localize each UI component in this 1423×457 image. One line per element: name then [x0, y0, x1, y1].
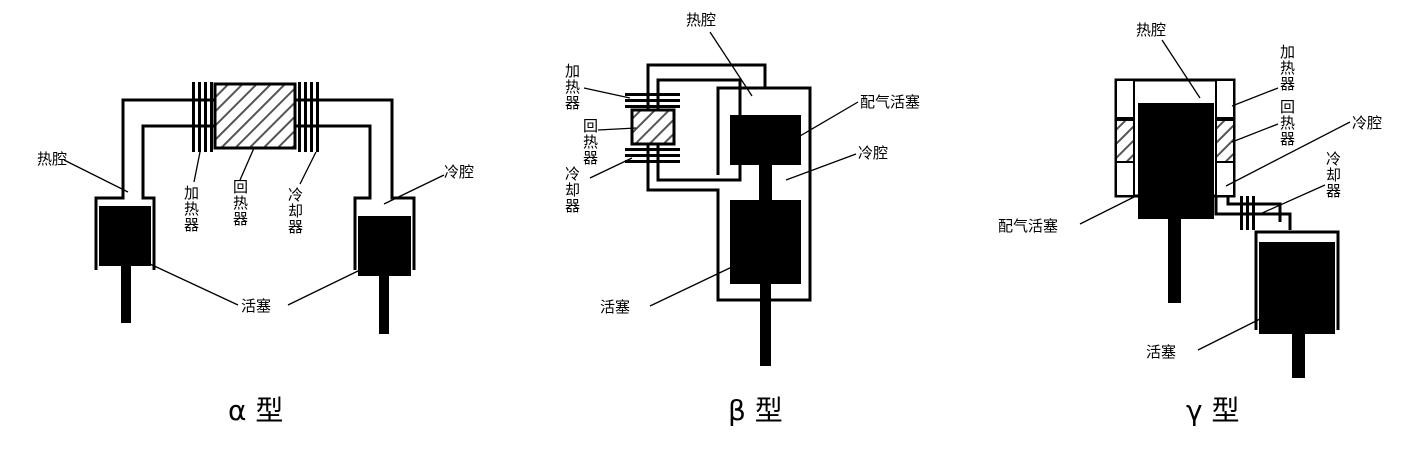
beta-regenerator-block — [630, 108, 676, 146]
stirling-engine-diagrams: 热腔 冷腔 加 热 器 回 热 器 冷 却 器 活塞 α 型 加 热 器 回 热… — [37, 11, 1382, 427]
alpha-cooler-label: 冷 却 器 — [288, 186, 303, 236]
alpha-hot-chamber-label: 热腔 — [37, 150, 67, 168]
beta-displacer-piston — [730, 115, 801, 165]
gamma-hot-chamber-label: 热腔 — [1136, 21, 1166, 39]
beta-piston-label: 活塞 — [600, 298, 630, 316]
gamma-cooler-fins — [1240, 196, 1255, 230]
svg-text:器: 器 — [565, 197, 580, 215]
gamma-piston-label: 活塞 — [1146, 343, 1176, 361]
alpha-cold-piston-rod — [379, 276, 389, 334]
alpha-hot-piston-rod — [121, 266, 131, 323]
gamma-heater-label: 加 热 器 — [1280, 43, 1295, 93]
gamma-right-cells — [1215, 79, 1235, 197]
gamma-diagram: 热腔 加 热 器 回 热 器 冷腔 冷 却 器 配气活塞 活塞 γ 型 — [998, 21, 1382, 427]
gamma-regenerator-label: 回 热 器 — [1280, 98, 1295, 148]
beta-hot-chamber-label: 热腔 — [686, 11, 716, 29]
alpha-heater-fins — [192, 82, 213, 152]
alpha-regenerator-label: 回 热 器 — [233, 178, 248, 228]
beta-heater-label: 加 热 器 — [565, 62, 580, 112]
gamma-cooler-label: 冷 却 器 — [1326, 150, 1341, 200]
gamma-power-piston — [1259, 242, 1335, 334]
beta-power-piston — [730, 200, 801, 284]
beta-cooler-label: 冷 却 器 — [565, 165, 580, 215]
svg-text:器: 器 — [233, 210, 248, 228]
gamma-left-cells — [1115, 79, 1135, 197]
svg-text:器: 器 — [1326, 182, 1341, 200]
beta-power-piston-rod — [760, 284, 771, 366]
gamma-displacer-label: 配气活塞 — [998, 217, 1058, 235]
beta-caption: β 型 — [728, 394, 783, 427]
beta-cold-chamber-label: 冷腔 — [858, 144, 888, 162]
alpha-cold-piston — [358, 216, 411, 276]
alpha-regenerator-block — [213, 82, 297, 150]
svg-text:器: 器 — [1280, 130, 1295, 148]
gamma-displacer-piston — [1138, 103, 1214, 219]
alpha-hot-piston — [99, 206, 151, 266]
gamma-displacer-rod — [1168, 219, 1181, 303]
svg-text:器: 器 — [1280, 75, 1295, 93]
gamma-caption: γ 型 — [1186, 394, 1239, 427]
svg-text:器: 器 — [583, 149, 598, 167]
beta-displacer-rod — [759, 165, 772, 201]
alpha-heater-label: 加 热 器 — [184, 184, 199, 234]
beta-regenerator-label: 回 热 器 — [583, 117, 598, 167]
gamma-power-piston-rod — [1292, 334, 1305, 378]
svg-text:器: 器 — [184, 216, 199, 234]
beta-diagram: 加 热 器 回 热 器 冷 却 器 热腔 配气活塞 冷腔 活塞 β 型 — [565, 11, 920, 427]
alpha-diagram: 热腔 冷腔 加 热 器 回 热 器 冷 却 器 活塞 α 型 — [37, 82, 474, 427]
beta-displacer-label: 配气活塞 — [860, 93, 920, 111]
alpha-cooler-fins — [298, 82, 319, 152]
gamma-cold-chamber-label: 冷腔 — [1352, 114, 1382, 132]
beta-cooler-fins — [625, 148, 680, 163]
alpha-piston-label: 活塞 — [241, 297, 271, 315]
beta-heater-fins — [625, 93, 680, 108]
alpha-cold-chamber-label: 冷腔 — [444, 163, 474, 181]
svg-text:器: 器 — [565, 94, 580, 112]
svg-text:器: 器 — [288, 218, 303, 236]
alpha-caption: α 型 — [228, 394, 283, 427]
